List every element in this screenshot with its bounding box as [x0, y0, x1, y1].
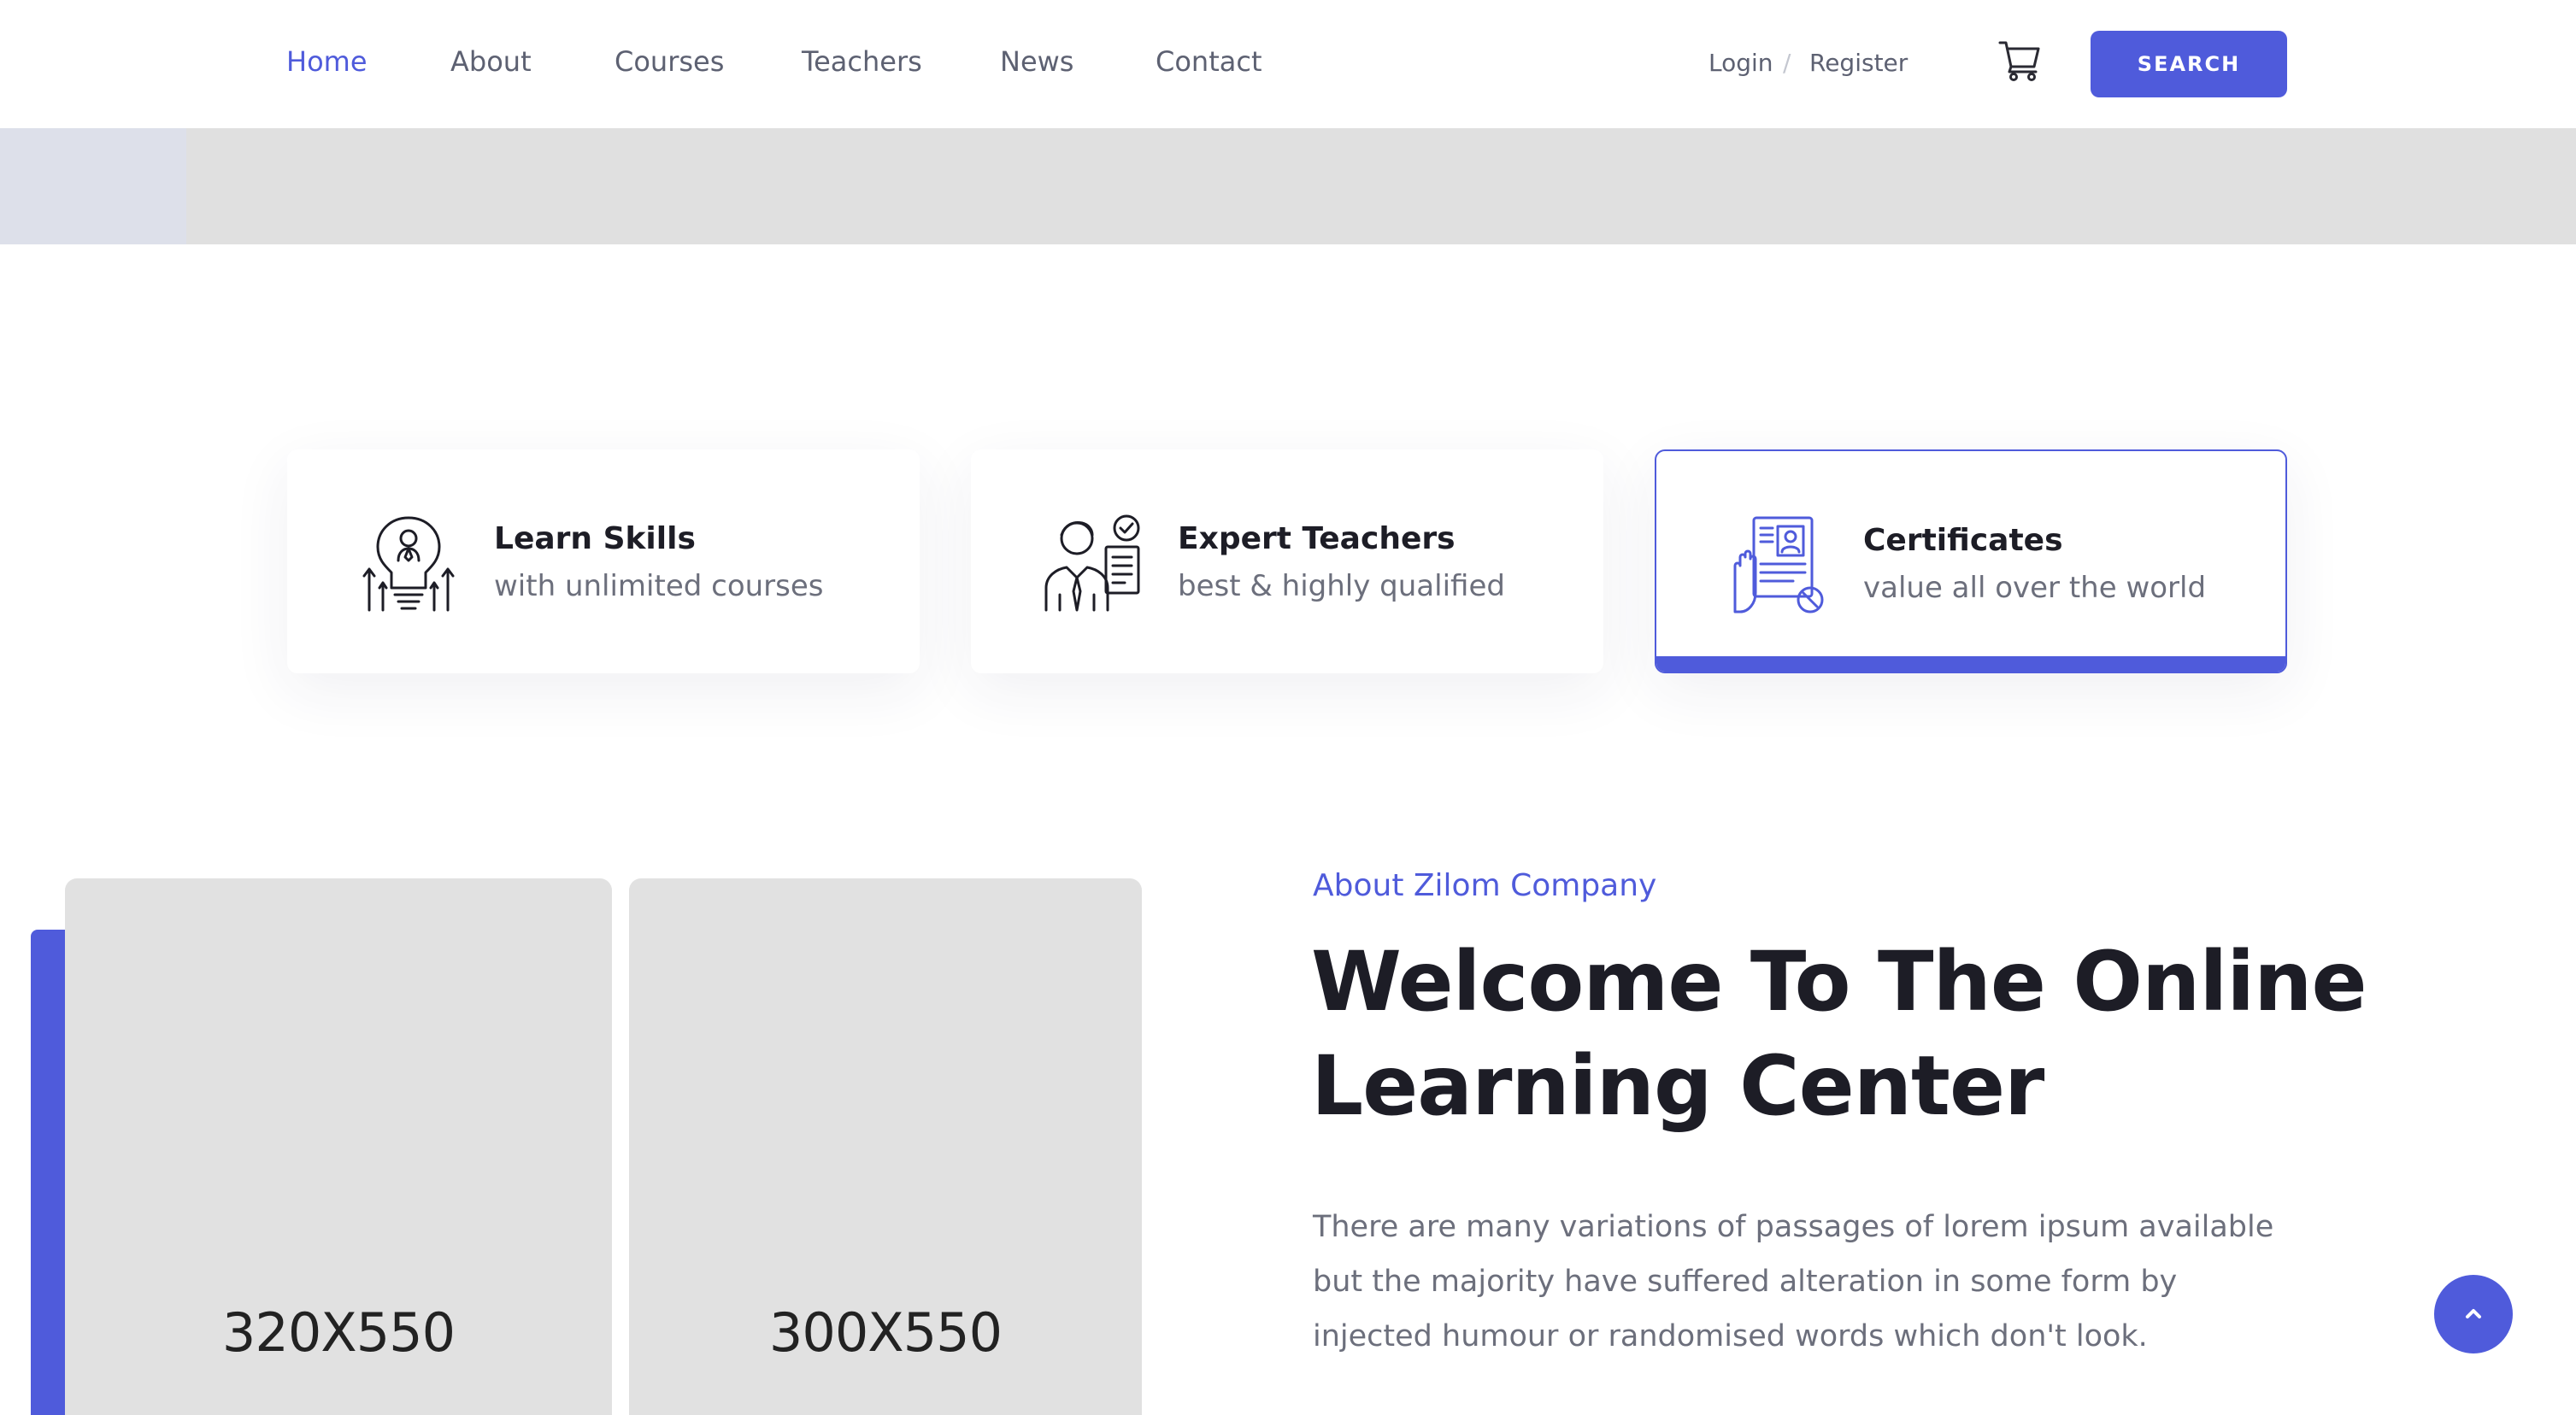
- feature-card-certificates[interactable]: Certificates value all over the world: [1655, 449, 2287, 673]
- feature-subtitle: with unlimited courses: [494, 569, 824, 603]
- search-button[interactable]: SEARCH: [2091, 31, 2287, 97]
- about-kicker: About Zilom Company: [1313, 868, 1657, 903]
- about-image-2: 300X550: [629, 878, 1142, 1415]
- nav-courses[interactable]: Courses: [615, 43, 724, 80]
- nav-about[interactable]: About: [450, 43, 532, 80]
- auth-separator: /: [1783, 49, 1791, 77]
- feature-subtitle: value all over the world: [1863, 571, 2207, 605]
- site-header: Home About Courses Teachers News Contact…: [0, 0, 2576, 128]
- feature-subtitle: best & highly qualified: [1178, 569, 1505, 603]
- register-link[interactable]: Register: [1809, 44, 1908, 82]
- lightbulb-icon: [356, 509, 462, 615]
- about-image-1: 320X550: [65, 878, 612, 1415]
- image-accent-bar: [31, 930, 65, 1415]
- login-link[interactable]: Login: [1709, 44, 1773, 82]
- banner-accent: [0, 128, 186, 244]
- nav-news[interactable]: News: [1000, 43, 1073, 80]
- nav-home[interactable]: Home: [286, 43, 368, 80]
- chevron-up-icon: [2461, 1301, 2486, 1329]
- scroll-to-top-button[interactable]: [2434, 1275, 2513, 1353]
- feature-title: Expert Teachers: [1178, 521, 1456, 556]
- certificate-icon: [1725, 511, 1831, 617]
- nav-contact[interactable]: Contact: [1156, 43, 1262, 80]
- nav-teachers[interactable]: Teachers: [802, 43, 922, 80]
- image-placeholder-label: 320X550: [221, 1301, 456, 1364]
- feature-card-expert-teachers[interactable]: Expert Teachers best & highly qualified: [971, 449, 1603, 673]
- cart-icon[interactable]: [1997, 36, 2044, 84]
- feature-title: Learn Skills: [494, 521, 696, 556]
- page-banner: [0, 128, 2576, 244]
- selected-card-bar: [1656, 656, 2285, 672]
- about-body: There are many variations of passages of…: [1313, 1210, 2274, 1353]
- teacher-icon: [1039, 509, 1145, 615]
- feature-card-learn-skills[interactable]: Learn Skills with unlimited courses: [287, 449, 920, 673]
- feature-title: Certificates: [1863, 523, 2063, 558]
- about-title: Welcome To The Online Learning Center: [1311, 934, 2367, 1134]
- image-placeholder-label: 300X550: [768, 1301, 1003, 1364]
